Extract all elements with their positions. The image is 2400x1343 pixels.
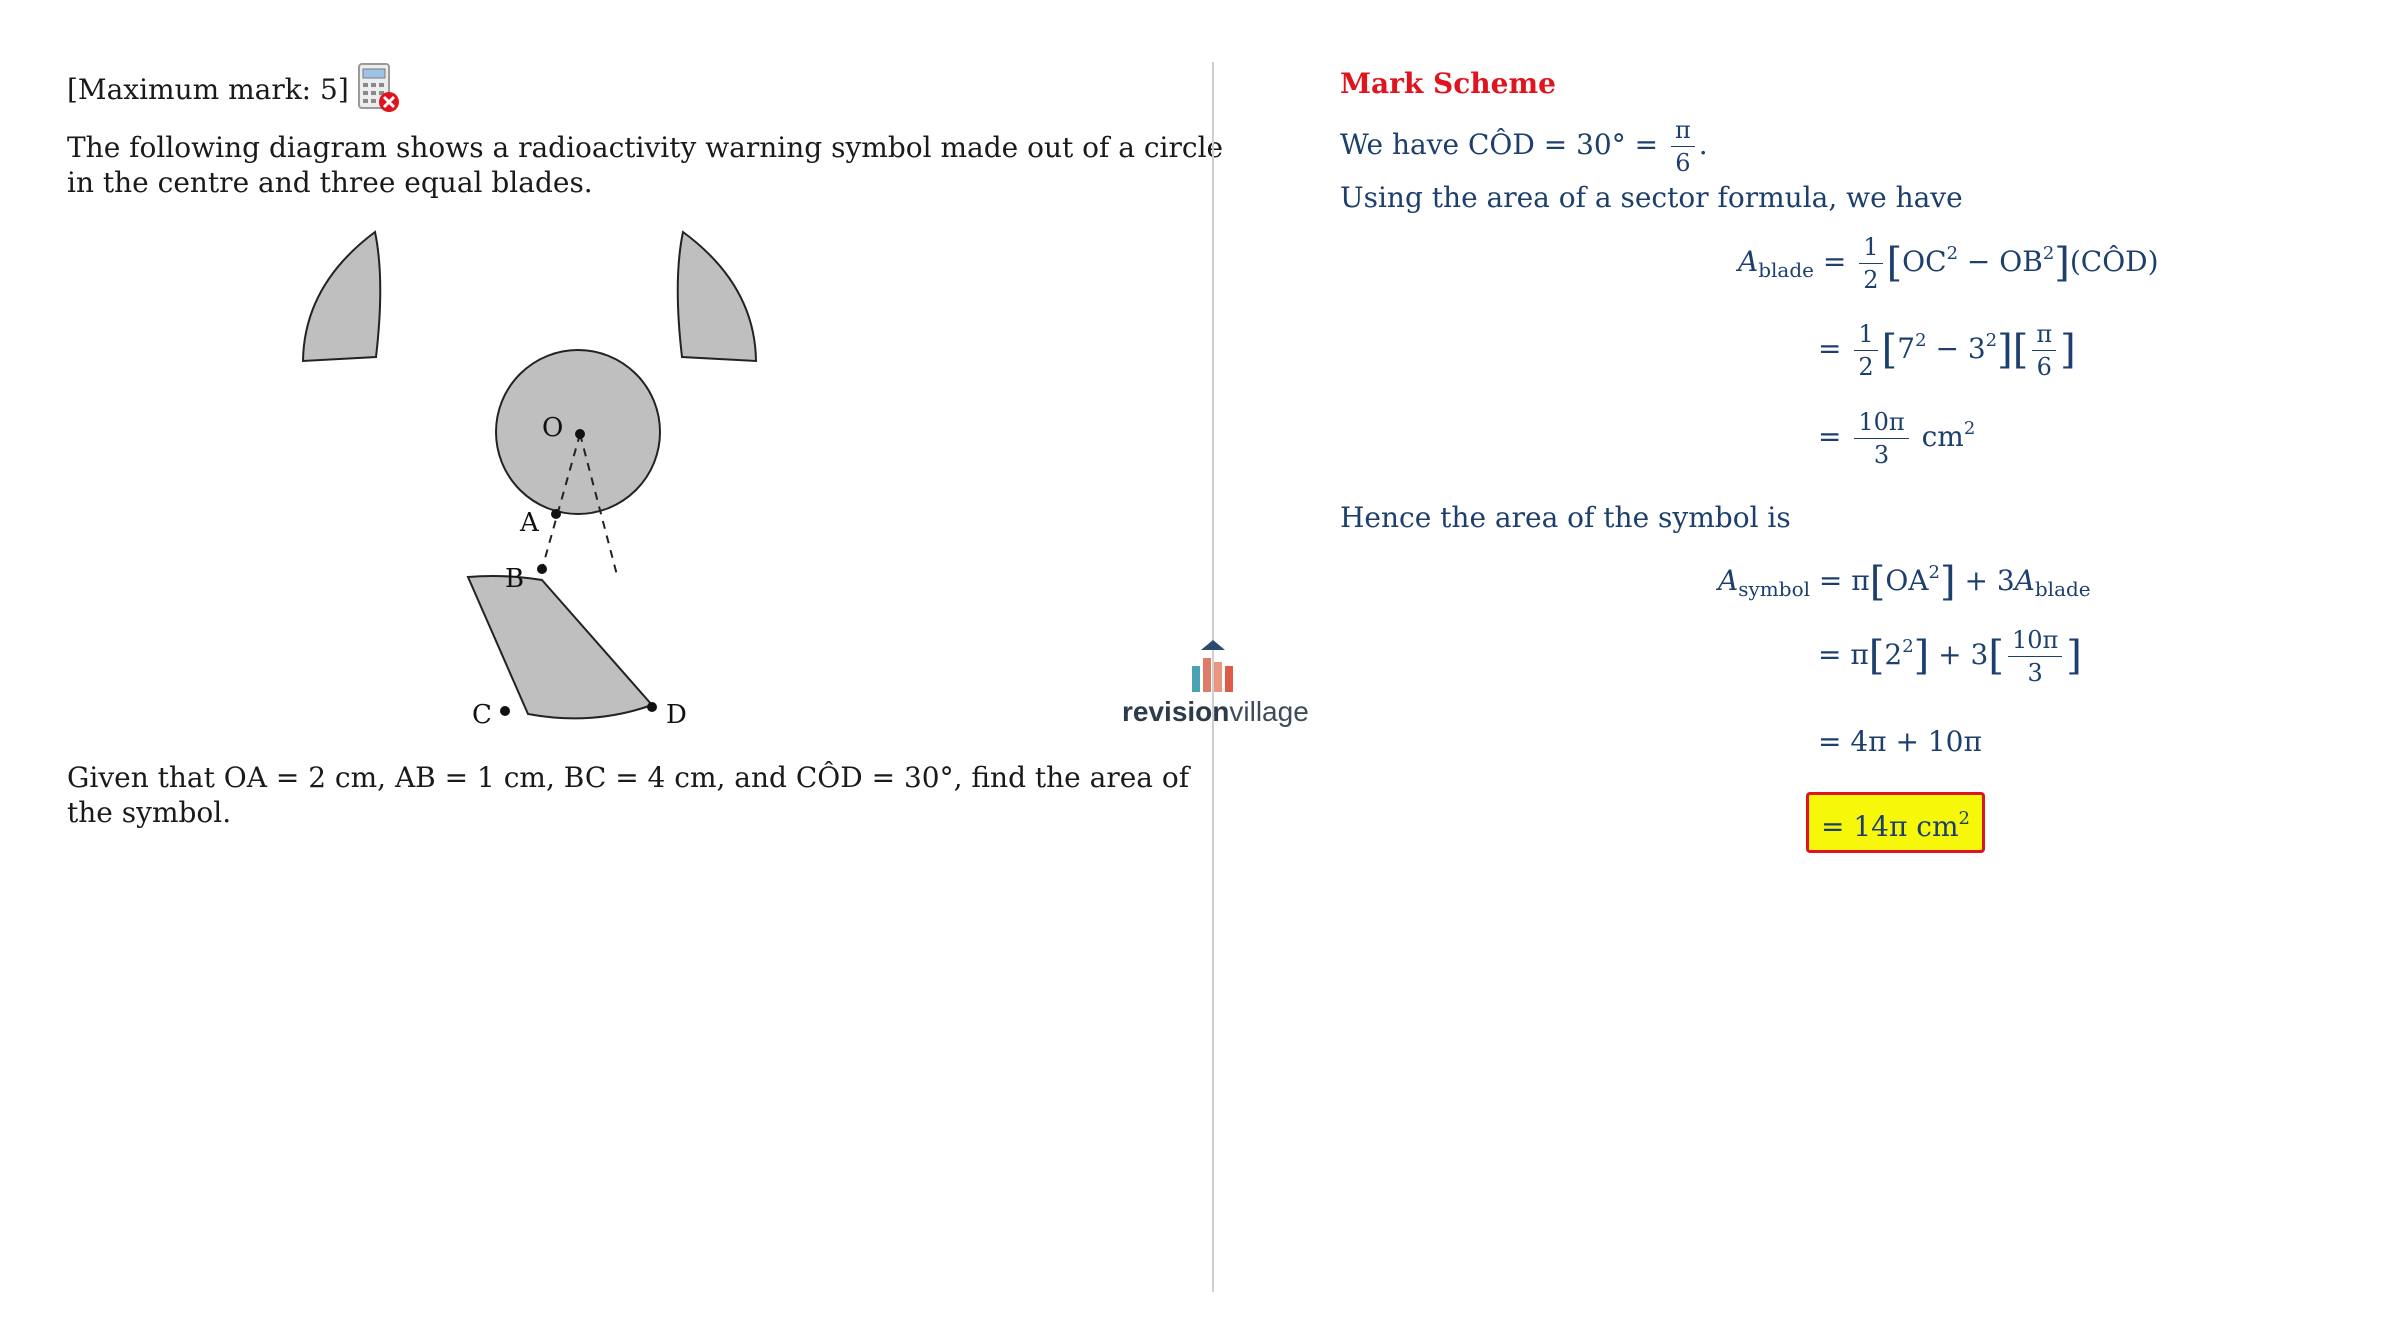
label-B: B xyxy=(505,564,524,594)
radioactivity-diagram: O A B C D xyxy=(301,230,758,730)
intro-line-1: The following diagram shows a radioactiv… xyxy=(67,131,1224,164)
markscheme-title: Mark Scheme xyxy=(1340,67,1556,100)
eq-blade-3: = 10π 3 cm2 xyxy=(1818,408,1976,469)
max-mark: [Maximum mark: 5] xyxy=(67,73,349,106)
eq-blade-1: Ablade = 1 2 [OC2 − OB2](CÔD) xyxy=(1738,233,2159,294)
blade-upper-left xyxy=(301,230,382,363)
eq-blade-2: = 1 2 [72 − 32][π 6] xyxy=(1818,320,2076,381)
markscheme-line-1: We have CÔD = 30° = π6. xyxy=(1340,116,1708,177)
label-D: D xyxy=(666,700,687,730)
label-C: C xyxy=(472,700,492,730)
revisionvillage-logo-icon xyxy=(1192,640,1233,692)
markscheme-hence: Hence the area of the symbol is xyxy=(1340,501,1791,534)
markscheme-line-2: Using the area of a sector formula, we h… xyxy=(1340,181,1963,214)
revisionvillage-logo: revisionvillage xyxy=(1122,696,1309,727)
blade-bottom xyxy=(466,575,654,720)
final-answer-box: = 14π cm2 xyxy=(1806,792,1985,853)
given-line-2: the symbol. xyxy=(67,796,232,829)
given-line-1: Given that OA = 2 cm, AB = 1 cm, BC = 4 … xyxy=(67,761,1190,794)
label-O: O xyxy=(542,413,563,443)
label-A: A xyxy=(519,508,540,538)
intro-line-2: in the centre and three equal blades. xyxy=(67,166,593,199)
calculator-not-allowed-icon xyxy=(358,63,399,112)
eq-symbol-2: = π[22] + 3[10π 3] xyxy=(1818,626,2082,687)
blade-upper-right xyxy=(676,230,758,363)
eq-symbol-3: = 4π + 10π xyxy=(1818,725,1982,758)
eq-symbol-1: Asymbol = π[OA2] + 3Ablade xyxy=(1718,559,2091,605)
